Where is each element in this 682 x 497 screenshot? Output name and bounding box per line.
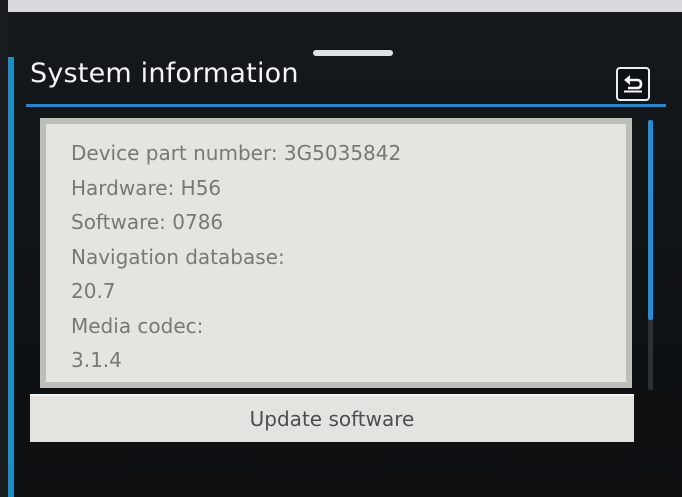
info-media-codec-value: 3.1.4 <box>71 348 122 372</box>
update-software-button[interactable]: Update software <box>30 394 634 442</box>
info-media-codec-label: Media codec: <box>71 313 204 338</box>
page-title: System information <box>30 58 299 89</box>
info-navigation-database-label: Navigation database: <box>71 244 285 269</box>
info-device-part-number: Device part number: 3G5035842 <box>71 141 402 165</box>
info-list: Device part number: 3G5035842 Hardware: … <box>46 124 626 378</box>
device-bezel-left <box>0 0 8 497</box>
device-bezel-top <box>0 0 682 12</box>
info-software: Software: 0786 <box>71 210 224 234</box>
info-navigation-database-value: 20.7 <box>71 279 116 303</box>
title-divider <box>26 104 666 107</box>
infotainment-screen: System information Device part number: 3… <box>8 12 682 497</box>
drag-handle[interactable] <box>313 50 393 56</box>
system-info-panel: Device part number: 3G5035842 Hardware: … <box>40 118 632 388</box>
left-accent-bar <box>8 57 14 497</box>
info-hardware: Hardware: H56 <box>71 175 222 200</box>
back-button[interactable] <box>616 67 650 101</box>
back-arrow-icon <box>624 75 643 93</box>
scrollbar-thumb[interactable] <box>648 120 653 320</box>
